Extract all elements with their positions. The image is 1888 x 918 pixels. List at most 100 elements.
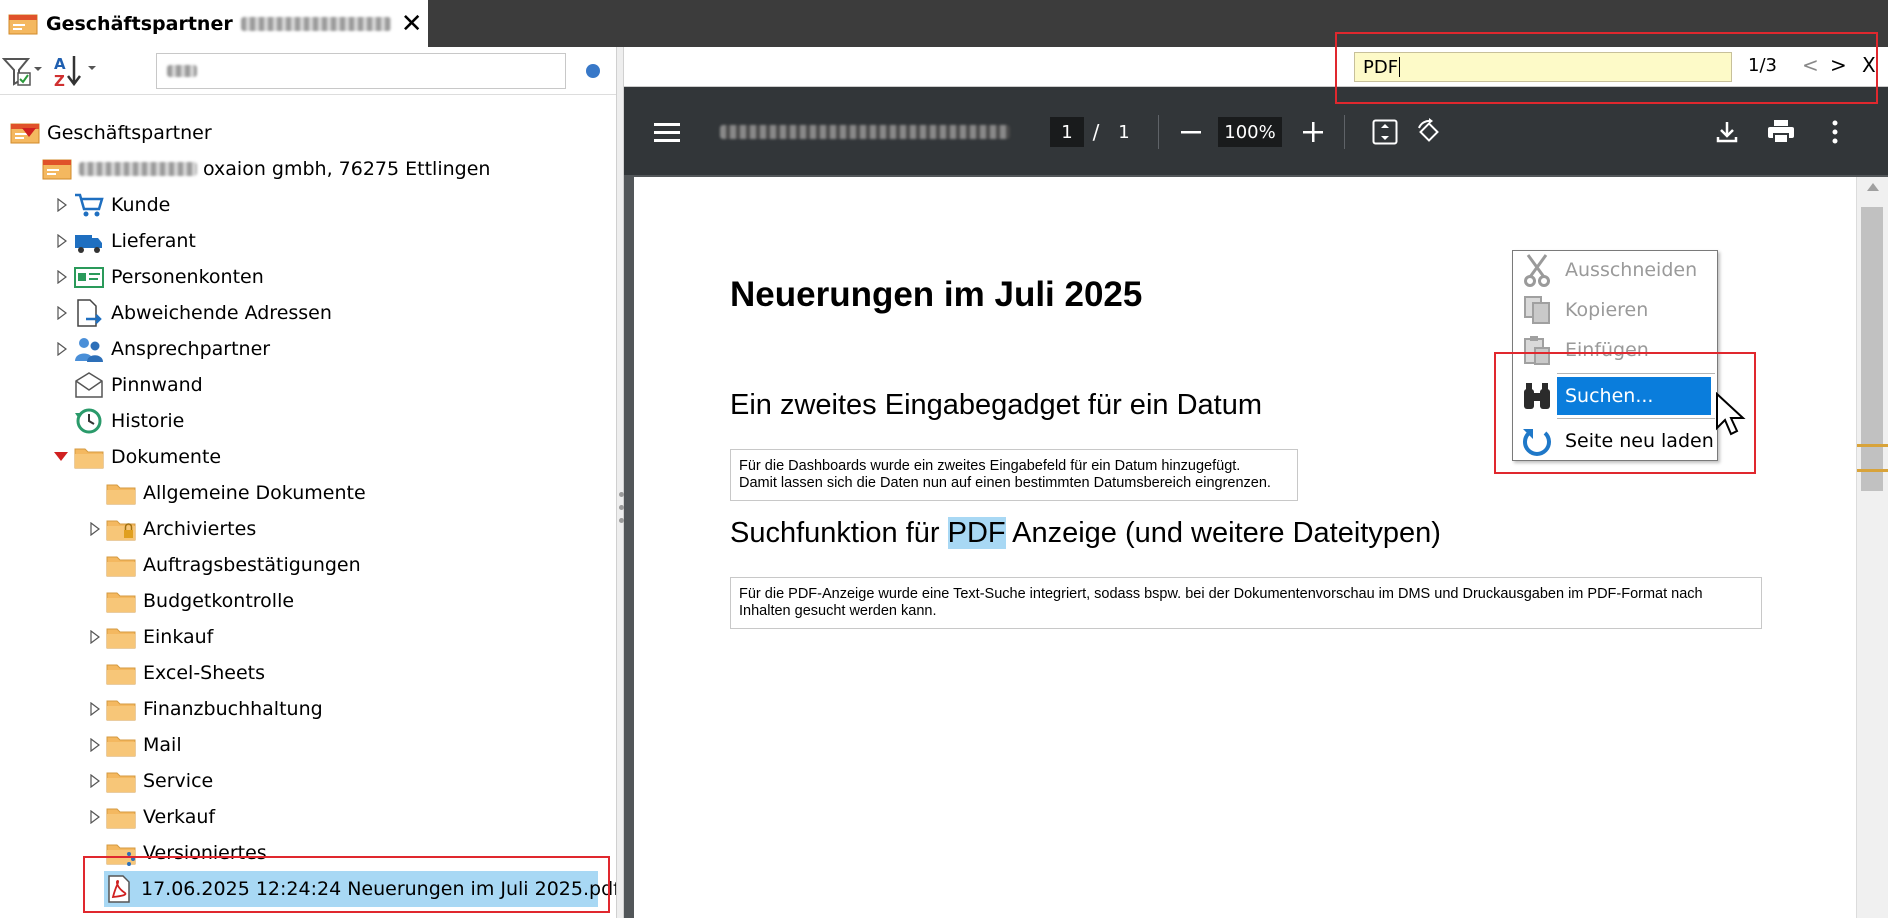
find-input-value: PDF — [1363, 56, 1399, 78]
filter-icon — [2, 58, 42, 86]
triangle-right-icon — [90, 522, 100, 536]
zoom-level-input[interactable]: 100% — [1218, 117, 1282, 147]
tree-label: Verkauf — [143, 806, 216, 828]
more-options-button[interactable] — [1818, 115, 1852, 149]
tree-node-folder[interactable]: Excel-Sheets — [106, 655, 265, 691]
tree-node-abweichende-adressen[interactable]: Abweichende Adressen — [74, 295, 332, 331]
navigation-panel: A Z Geschäftspartner oxaion gmbh, 76275 … — [0, 47, 620, 918]
fit-page-button[interactable] — [1368, 115, 1402, 149]
sort-button[interactable]: A Z — [52, 55, 100, 88]
tree-node-dokumente[interactable]: Dokumente — [74, 439, 221, 475]
tab-title: Geschäftspartner — [46, 12, 233, 35]
tree-node-folder[interactable]: Service — [106, 763, 213, 799]
tree-node-lieferant[interactable]: Lieferant — [74, 223, 196, 259]
find-input[interactable]: PDF — [1354, 52, 1732, 82]
tree-node-folder[interactable]: Budgetkontrolle — [106, 583, 294, 619]
tree-filter-input[interactable] — [156, 53, 566, 89]
pdf-scrollbar[interactable] — [1856, 177, 1888, 918]
text-caret — [1399, 57, 1401, 77]
tree-node-historie[interactable]: Historie — [74, 403, 184, 439]
tree-node-selected-pdf[interactable]: 17.06.2025 12:24:24 Neuerungen im Juli 2… — [104, 871, 620, 907]
sort-az-icon: A Z — [54, 55, 96, 88]
page-number-input[interactable]: 1 — [1050, 117, 1084, 147]
business-partner-icon — [42, 159, 72, 180]
tree-node-root[interactable]: Geschäftspartner — [10, 115, 212, 151]
menu-item-paste[interactable]: Einfügen — [1513, 331, 1719, 369]
triangle-right-icon — [90, 810, 100, 824]
expand-arrow[interactable] — [88, 810, 102, 824]
delivery-truck-icon — [75, 235, 102, 253]
toolbar-divider — [1158, 115, 1159, 149]
expand-arrow[interactable] — [88, 774, 102, 788]
panel-splitter[interactable] — [616, 47, 624, 918]
tree-label: Personenkonten — [111, 266, 264, 288]
svg-text:Z: Z — [54, 72, 65, 88]
zoom-in-button[interactable] — [1296, 115, 1330, 149]
binoculars-icon — [1524, 383, 1550, 409]
tree-node-folder[interactable]: Archiviertes — [106, 511, 256, 547]
expand-arrow[interactable] — [55, 342, 69, 356]
folder-icon — [74, 448, 104, 469]
printer-icon — [1768, 120, 1794, 144]
status-indicator-dot — [586, 64, 600, 78]
zoom-out-button[interactable] — [1174, 115, 1208, 149]
find-bar: PDF 1/3 < > X — [624, 47, 1888, 87]
folder-icon — [106, 736, 136, 757]
find-match-count: 1/3 — [1748, 55, 1777, 76]
expand-arrow[interactable] — [88, 738, 102, 752]
expand-arrow[interactable] — [88, 522, 102, 536]
expand-arrow[interactable] — [55, 270, 69, 284]
filter-button[interactable] — [2, 55, 46, 87]
menu-button[interactable] — [650, 115, 684, 149]
tree-node-folder[interactable]: Auftragsbestätigungen — [106, 547, 361, 583]
print-button[interactable] — [1764, 115, 1798, 149]
menu-item-copy[interactable]: Kopieren — [1513, 291, 1719, 329]
expand-arrow[interactable] — [88, 630, 102, 644]
tree-node-folder[interactable]: Allgemeine Dokumente — [106, 475, 366, 511]
envelope-icon — [75, 372, 103, 398]
rotate-button[interactable] — [1412, 115, 1446, 149]
menu-item-search[interactable]: Suchen... — [1513, 377, 1719, 415]
find-next-button[interactable]: > — [1830, 53, 1847, 77]
tree-node-partner[interactable]: oxaion gmbh, 76275 Ettlingen — [42, 151, 490, 187]
tree-node-folder[interactable]: Verkauf — [106, 799, 215, 835]
expand-arrow[interactable] — [55, 234, 69, 248]
paste-icon — [1524, 336, 1550, 365]
tree-node-folder[interactable]: Mail — [106, 727, 182, 763]
tree-toolbar: A Z — [0, 47, 616, 95]
triangle-down-icon — [22, 128, 36, 137]
menu-separator — [1557, 418, 1715, 419]
tree-node-kunde[interactable]: Kunde — [74, 187, 170, 223]
scissors-icon — [1524, 254, 1550, 287]
tree-node-folder[interactable]: Versioniertes — [106, 835, 267, 871]
download-icon — [1716, 122, 1738, 143]
menu-item-cut[interactable]: Ausschneiden — [1513, 251, 1719, 289]
triangle-right-icon — [57, 270, 67, 284]
collapse-arrow[interactable] — [22, 126, 36, 140]
menu-item-reload[interactable]: Seite neu laden — [1513, 422, 1719, 460]
find-close-button[interactable]: X — [1862, 53, 1876, 77]
find-previous-button[interactable]: < — [1802, 53, 1819, 77]
title-part: Anzeige (und weitere Dateitypen) — [1005, 517, 1441, 549]
section-1-text: Für die Dashboards wurde ein zweites Ein… — [730, 449, 1298, 501]
expand-arrow[interactable] — [88, 702, 102, 716]
tree-node-pinnwand[interactable]: Pinnwand — [74, 367, 203, 403]
search-highlight: PDF — [947, 517, 1006, 549]
tree-node-folder[interactable]: Einkauf — [106, 619, 213, 655]
collapse-arrow[interactable] — [54, 450, 68, 464]
tree-node-personenkonten[interactable]: Personenkonten — [74, 259, 264, 295]
tree-label: Dokumente — [111, 446, 222, 468]
folder-icon — [106, 664, 136, 685]
expand-arrow[interactable] — [55, 306, 69, 320]
tab-geschaeftspartner[interactable]: Geschäftspartner ✕ — [0, 0, 428, 47]
triangle-right-icon — [90, 738, 100, 752]
expand-arrow[interactable] — [55, 198, 69, 212]
tree-node-folder[interactable]: Finanzbuchhaltung — [106, 691, 323, 727]
history-clock-icon — [75, 408, 102, 434]
download-button[interactable] — [1710, 115, 1744, 149]
title-part: Suchfunktion für — [730, 517, 948, 549]
scrollbar-thumb[interactable] — [1861, 207, 1883, 491]
tree-label: Excel-Sheets — [143, 662, 266, 684]
tree-node-ansprechpartner[interactable]: Ansprechpartner — [74, 331, 270, 367]
close-tab-button[interactable]: ✕ — [401, 11, 423, 37]
